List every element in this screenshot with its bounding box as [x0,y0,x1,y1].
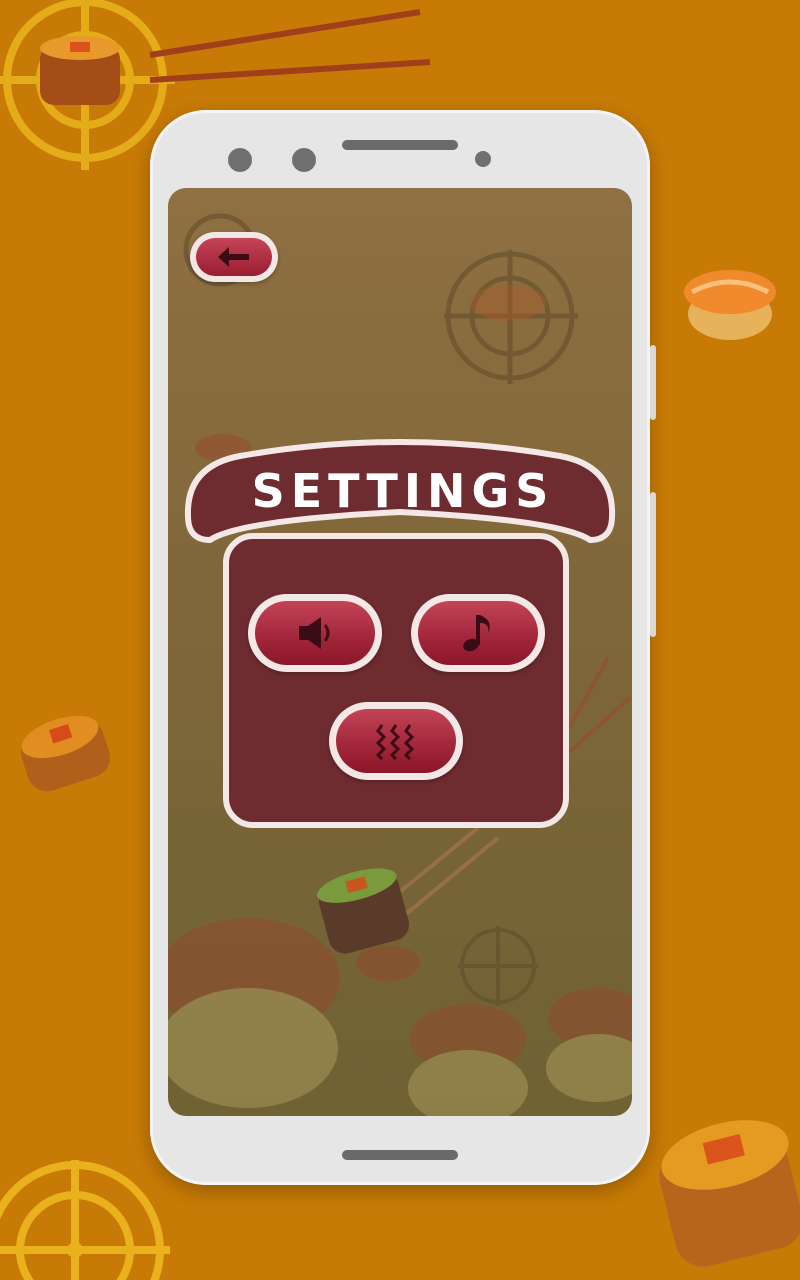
back-button[interactable] [190,232,278,282]
sushi-decoration-right [684,270,776,340]
vibration-toggle-face[interactable] [336,709,456,773]
settings-title: SETTINGS [251,464,555,518]
back-button-face[interactable] [196,238,272,276]
music-note-icon [463,615,490,652]
bottom-speaker [342,1150,458,1160]
camera-icon [228,148,252,172]
earpiece-speaker [342,140,458,150]
crosshair-decoration-bottom-left [0,1160,170,1280]
camera-icon [292,148,316,172]
sushi-roll-decoration-left [20,715,110,792]
settings-panel [223,533,569,828]
vibration-icon [375,724,415,761]
vibration-toggle-button[interactable] [329,702,463,780]
arrow-left-icon [218,247,249,267]
music-toggle-face[interactable] [418,601,538,665]
phone-side-button [650,345,656,420]
speaker-icon [299,617,330,649]
phone-side-button [650,492,656,637]
sound-toggle-button[interactable] [248,594,382,672]
sound-toggle-face[interactable] [255,601,375,665]
music-toggle-button[interactable] [411,594,545,672]
sushi-roll-decoration-bottom-right [659,1120,800,1267]
game-screen: SETTINGS [168,188,632,1116]
sensor-dot [475,151,491,167]
